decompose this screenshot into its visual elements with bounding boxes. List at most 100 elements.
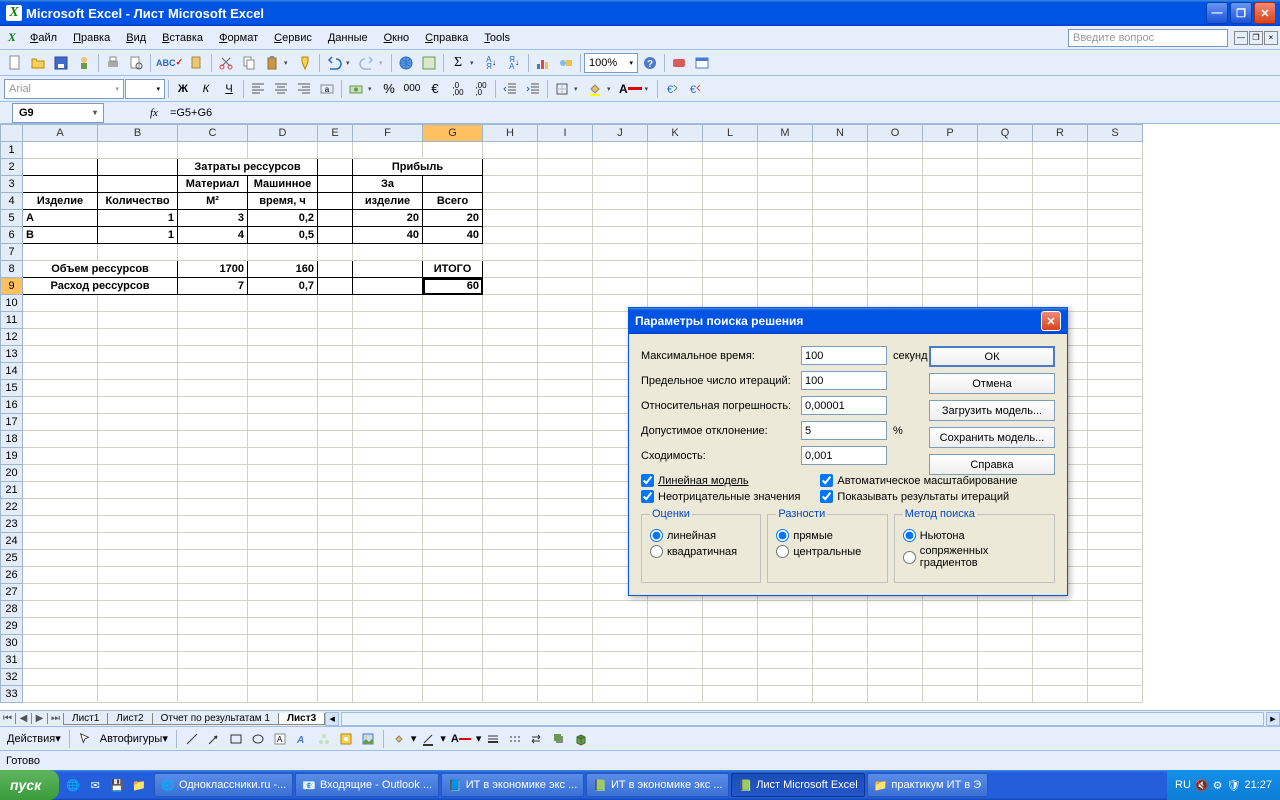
cell-N4[interactable]	[813, 193, 868, 210]
cell-I29[interactable]	[538, 618, 593, 635]
currency-dropdown[interactable]: ▾	[368, 85, 377, 93]
show-iterations-checkbox[interactable]	[820, 490, 833, 503]
permission-button[interactable]	[73, 52, 95, 74]
ql-icon[interactable]: 📁	[129, 774, 149, 796]
cell-D18[interactable]	[248, 431, 318, 448]
start-button[interactable]: пуск	[0, 770, 59, 800]
cell-S19[interactable]	[1088, 448, 1143, 465]
cell-O29[interactable]	[868, 618, 923, 635]
cell-D31[interactable]	[248, 652, 318, 669]
cell-K5[interactable]	[648, 210, 703, 227]
cell-Q5[interactable]	[978, 210, 1033, 227]
cell-G17[interactable]	[423, 414, 483, 431]
row-header-31[interactable]: 31	[1, 652, 23, 669]
cell-I32[interactable]	[538, 669, 593, 686]
cell-D12[interactable]	[248, 329, 318, 346]
cell-O9[interactable]	[868, 278, 923, 295]
cell-I26[interactable]	[538, 567, 593, 584]
cell-C4[interactable]: М²	[178, 193, 248, 210]
row-header-6[interactable]: 6	[1, 227, 23, 244]
cell-E9[interactable]	[318, 278, 353, 295]
cell-O3[interactable]	[868, 176, 923, 193]
cell-I3[interactable]	[538, 176, 593, 193]
col-header-D[interactable]: D	[248, 125, 318, 142]
hscroll-right[interactable]: ▶	[1266, 712, 1280, 726]
cell-I8[interactable]	[538, 261, 593, 278]
cell-B4[interactable]: Количество	[98, 193, 178, 210]
estimates-linear-radio[interactable]	[650, 529, 663, 542]
decrease-indent-button[interactable]	[499, 78, 521, 100]
cell-J33[interactable]	[593, 686, 648, 703]
cell-A12[interactable]	[23, 329, 98, 346]
textbox-button[interactable]: A	[270, 729, 290, 749]
cell-B11[interactable]	[98, 312, 178, 329]
sort-asc-button[interactable]: АЯ↓	[480, 52, 502, 74]
cell-E31[interactable]	[318, 652, 353, 669]
tray-icon[interactable]: 🔇	[1195, 779, 1209, 792]
cell-L4[interactable]	[703, 193, 758, 210]
cell-B12[interactable]	[98, 329, 178, 346]
cell-E24[interactable]	[318, 533, 353, 550]
cell-O6[interactable]	[868, 227, 923, 244]
cell-D23[interactable]	[248, 516, 318, 533]
cell-E25[interactable]	[318, 550, 353, 567]
row-header-33[interactable]: 33	[1, 686, 23, 703]
fill-color-draw-button[interactable]	[389, 729, 409, 749]
name-box[interactable]: G9	[12, 103, 104, 123]
cell-H18[interactable]	[483, 431, 538, 448]
cell-J29[interactable]	[593, 618, 648, 635]
cell-C26[interactable]	[178, 567, 248, 584]
insert-picture-button[interactable]	[358, 729, 378, 749]
cell-L9[interactable]	[703, 278, 758, 295]
cell-A11[interactable]	[23, 312, 98, 329]
cell-E8[interactable]	[318, 261, 353, 278]
cell-G15[interactable]	[423, 380, 483, 397]
row-header-24[interactable]: 24	[1, 533, 23, 550]
cell-P31[interactable]	[923, 652, 978, 669]
cell-P4[interactable]	[923, 193, 978, 210]
cell-F10[interactable]	[353, 295, 423, 312]
cell-O32[interactable]	[868, 669, 923, 686]
cell-E10[interactable]	[318, 295, 353, 312]
cell-G5[interactable]: 20	[423, 210, 483, 227]
cell-R4[interactable]	[1033, 193, 1088, 210]
cell-A23[interactable]	[23, 516, 98, 533]
cell-I2[interactable]	[538, 159, 593, 176]
cell-A1[interactable]	[23, 142, 98, 159]
maximize-button[interactable]: ❐	[1230, 2, 1252, 24]
cell-M2[interactable]	[758, 159, 813, 176]
cell-R30[interactable]	[1033, 635, 1088, 652]
clock[interactable]: 21:27	[1244, 779, 1272, 791]
cell-M8[interactable]	[758, 261, 813, 278]
cell-L3[interactable]	[703, 176, 758, 193]
cell-F27[interactable]	[353, 584, 423, 601]
sheet-nav-next[interactable]: ▶	[32, 713, 48, 724]
cell-H10[interactable]	[483, 295, 538, 312]
cell-L7[interactable]	[703, 244, 758, 261]
cell-C14[interactable]	[178, 363, 248, 380]
cell-F32[interactable]	[353, 669, 423, 686]
search-newton-radio[interactable]	[903, 529, 916, 542]
cell-Q30[interactable]	[978, 635, 1033, 652]
cell-P9[interactable]	[923, 278, 978, 295]
cell-E27[interactable]	[318, 584, 353, 601]
font-color-button[interactable]: А	[617, 78, 644, 100]
cell-I13[interactable]	[538, 346, 593, 363]
cell-D4[interactable]: время, ч	[248, 193, 318, 210]
cell-J32[interactable]	[593, 669, 648, 686]
col-header-P[interactable]: P	[923, 125, 978, 142]
cell-S13[interactable]	[1088, 346, 1143, 363]
cell-S15[interactable]	[1088, 380, 1143, 397]
cell-E1[interactable]	[318, 142, 353, 159]
cell-G10[interactable]	[423, 295, 483, 312]
system-tray[interactable]: RU 🔇 ⚙ 🛡 21:27	[1167, 770, 1280, 800]
cell-O7[interactable]	[868, 244, 923, 261]
cell-I11[interactable]	[538, 312, 593, 329]
cell-P6[interactable]	[923, 227, 978, 244]
tolerance-input[interactable]	[801, 421, 887, 440]
select-all[interactable]	[1, 125, 23, 142]
cell-C23[interactable]	[178, 516, 248, 533]
menu-Правка[interactable]: Правка	[65, 29, 118, 47]
cell-E6[interactable]	[318, 227, 353, 244]
cell-C21[interactable]	[178, 482, 248, 499]
